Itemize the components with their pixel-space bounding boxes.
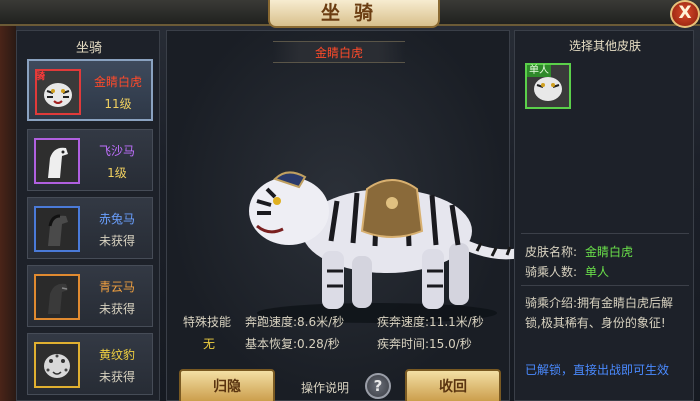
mount-name: 金睛白虎 bbox=[93, 75, 142, 89]
white-tiger-model bbox=[249, 171, 527, 323]
riding-badge: 骑 bbox=[36, 72, 46, 82]
riders-value: 单人 bbox=[585, 265, 610, 279]
mount-name: 赤兔马 bbox=[98, 212, 135, 226]
left-ornament bbox=[0, 20, 16, 401]
mount-status: 未获得 bbox=[98, 370, 135, 384]
mount-display-panel: 金睛白虎 特殊技能 无 奔跑速度:8.6米/秒 疾奔速度:11.1米/秒 基本恢… bbox=[166, 30, 527, 401]
mount-card-golden-eye-tiger[interactable]: 骑 金睛白虎 11级 bbox=[27, 59, 153, 121]
run-speed: 奔跑速度:8.6米/秒 bbox=[245, 315, 345, 329]
mount-list-panel: 坐骑 骑 金睛白虎 11级 飞沙马 1级 赤兔马 未获得 青云马 未获得 黄纹豹 bbox=[16, 30, 160, 401]
skin-name-label: 皮肤名称: bbox=[525, 245, 578, 259]
white-horse-icon bbox=[34, 138, 80, 184]
skin-panel-title: 选择其他皮肤 bbox=[568, 39, 641, 53]
riders-label: 骑乘人数: bbox=[525, 265, 578, 279]
mount-status: 未获得 bbox=[98, 234, 135, 248]
unlock-status: 已解锁，直接出战即可生效 bbox=[525, 363, 670, 377]
close-button[interactable]: X bbox=[670, 0, 700, 28]
retire-button[interactable]: 归隐 bbox=[179, 369, 275, 401]
window-title: 坐骑 bbox=[268, 0, 440, 28]
close-icon: X bbox=[678, 3, 692, 23]
mount-name: 黄纹豹 bbox=[98, 348, 135, 362]
selected-mount-name: 金睛白虎 bbox=[273, 41, 405, 63]
special-skill-label: 特殊技能 bbox=[183, 315, 232, 329]
divider bbox=[521, 233, 689, 234]
mount-intro: 骑乘介绍:拥有金睛白虎后解锁,极其稀有、身份的象征! bbox=[525, 296, 674, 330]
dash-time: 疾奔时间:15.0/秒 bbox=[377, 337, 472, 351]
skin-name-value: 金睛白虎 bbox=[585, 245, 634, 259]
mount-name: 飞沙马 bbox=[98, 144, 135, 158]
mount-card-red-hare-horse[interactable]: 赤兔马 未获得 bbox=[27, 197, 153, 259]
mount-card-yellow-leopard[interactable]: 黄纹豹 未获得 bbox=[27, 333, 153, 395]
mount-level: 1级 bbox=[107, 166, 127, 180]
special-skill-value: 无 bbox=[203, 337, 216, 351]
mount-name: 青云马 bbox=[98, 280, 135, 294]
mount-card-green-cloud-horse[interactable]: 青云马 未获得 bbox=[27, 265, 153, 327]
skin-panel: 选择其他皮肤 单人 皮肤名称: 金睛白虎 骑乘人数: 单人 骑乘介绍:拥有金睛白… bbox=[514, 30, 694, 401]
black-horse-icon bbox=[34, 274, 80, 320]
mount-list-title: 坐骑 bbox=[75, 41, 102, 56]
leopard-icon bbox=[34, 342, 80, 388]
help-icon[interactable]: ? bbox=[365, 373, 391, 399]
base-recovery: 基本恢复:0.28/秒 bbox=[245, 337, 340, 351]
mount-status: 未获得 bbox=[98, 302, 135, 316]
mount-level: 11级 bbox=[104, 97, 132, 111]
divider bbox=[521, 285, 689, 286]
mount-card-flying-sand-horse[interactable]: 飞沙马 1级 bbox=[27, 129, 153, 191]
skin-option-golden-eye-tiger[interactable]: 单人 bbox=[525, 63, 571, 109]
dash-speed: 疾奔速度:11.1米/秒 bbox=[377, 315, 484, 329]
recall-button[interactable]: 收回 bbox=[405, 369, 501, 401]
skin-single-rider-tag: 单人 bbox=[527, 65, 551, 77]
help-label[interactable]: 操作说明 bbox=[301, 379, 349, 396]
dark-horse-icon bbox=[34, 206, 80, 252]
